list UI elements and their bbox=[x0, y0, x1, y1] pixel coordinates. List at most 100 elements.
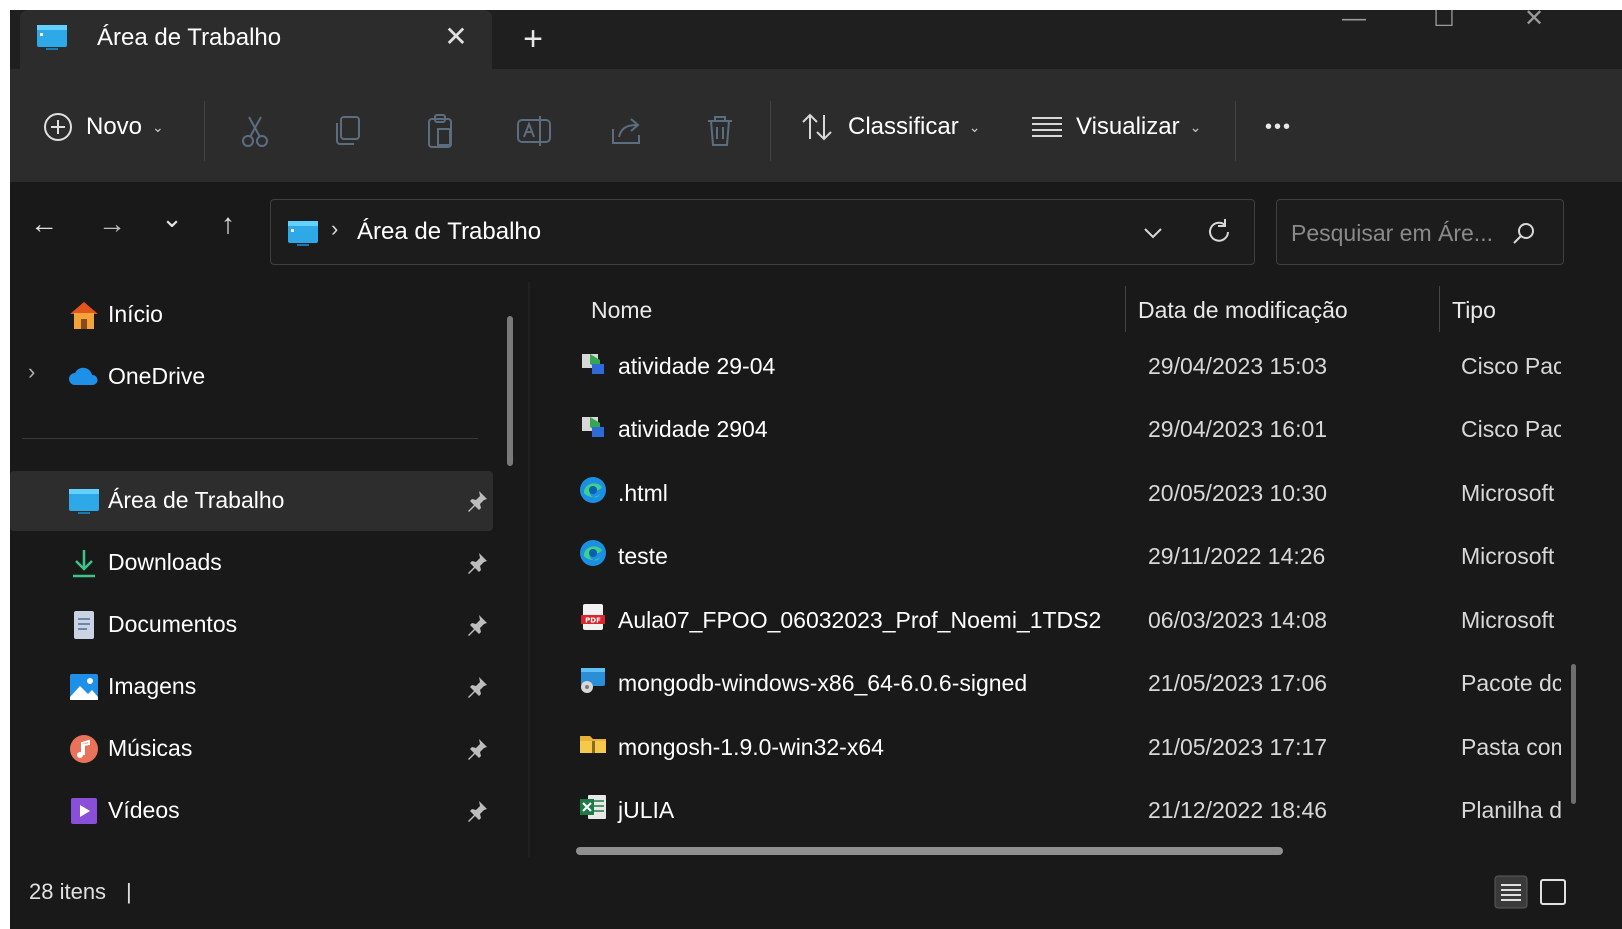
file-type: Pasta com bbox=[1461, 734, 1561, 760]
navigation-pane: Início › OneDrive Área de Trabalho Downl… bbox=[10, 282, 530, 857]
pane-splitter[interactable] bbox=[528, 282, 530, 857]
sidebar-item-documentos[interactable]: Documentos bbox=[10, 595, 493, 655]
column-divider[interactable] bbox=[1125, 286, 1126, 332]
new-tab-button[interactable]: + bbox=[515, 20, 551, 58]
up-button[interactable]: ↑ bbox=[208, 204, 248, 244]
pin-icon[interactable] bbox=[465, 675, 489, 699]
file-name: atividade 2904 bbox=[618, 416, 768, 442]
new-button[interactable]: Novo ⌄ bbox=[42, 104, 164, 150]
breadcrumb-area-de-trabalho[interactable]: Área de Trabalho bbox=[357, 218, 541, 246]
delete-icon[interactable] bbox=[700, 111, 740, 151]
cut-icon[interactable] bbox=[235, 111, 275, 151]
status-bar: 28 itens | bbox=[10, 857, 1622, 929]
pin-icon[interactable] bbox=[465, 551, 489, 575]
search-box[interactable] bbox=[1276, 199, 1564, 265]
sidebar-item-label: Imagens bbox=[108, 673, 197, 699]
maximize-button[interactable]: ☐ bbox=[1422, 10, 1466, 44]
file-type: Microsoft bbox=[1461, 607, 1555, 633]
table-row[interactable]: mongosh-1.9.0-win32-x64 21/05/2023 17:17… bbox=[534, 715, 1622, 778]
plus-circle-icon bbox=[44, 113, 72, 141]
large-icons-view-icon[interactable] bbox=[1536, 875, 1570, 909]
sidebar-item-musicas[interactable]: Músicas bbox=[10, 719, 493, 779]
command-bar: Novo ⌄ Classificar ⌄ Visualizar ⌄ ••• bbox=[10, 69, 1622, 183]
tab-title: Área de Trabalho bbox=[97, 24, 282, 51]
paste-icon[interactable] bbox=[421, 111, 461, 151]
pdf-icon: PDF bbox=[581, 604, 605, 630]
sidebar-item-downloads[interactable]: Downloads bbox=[10, 533, 493, 593]
sidebar-item-inicio[interactable]: Início bbox=[10, 285, 493, 345]
video-icon bbox=[71, 798, 97, 824]
table-row[interactable]: PDF Aula07_FPOO_06032023_Prof_Noemi_1TDS… bbox=[534, 588, 1622, 651]
search-icon[interactable] bbox=[1511, 220, 1537, 246]
sort-button[interactable]: Classificar ⌄ bbox=[800, 104, 980, 150]
file-date: 29/04/2023 16:01 bbox=[1148, 416, 1328, 442]
table-row[interactable]: atividade 29-04 29/04/2023 15:03 Cisco P… bbox=[534, 334, 1622, 397]
file-date: 21/05/2023 17:17 bbox=[1148, 734, 1328, 760]
file-date: 06/03/2023 14:08 bbox=[1148, 607, 1328, 633]
pin-icon[interactable] bbox=[465, 489, 489, 513]
toolbar-divider bbox=[204, 101, 205, 161]
column-header-type[interactable]: Tipo bbox=[1452, 297, 1496, 324]
chevron-right-icon[interactable]: › bbox=[28, 359, 35, 385]
download-icon bbox=[73, 550, 95, 578]
minimize-button[interactable]: — bbox=[1332, 10, 1376, 44]
more-options-button[interactable]: ••• bbox=[1265, 104, 1292, 150]
vertical-scrollbar[interactable] bbox=[1571, 664, 1576, 804]
file-list: Nome Data de modificação Tipo atividade … bbox=[534, 282, 1622, 857]
sidebar-item-label: Músicas bbox=[108, 735, 193, 761]
file-name: Aula07_FPOO_06032023_Prof_Noemi_1TDS2 bbox=[618, 607, 1102, 633]
chevron-down-icon[interactable] bbox=[1136, 216, 1170, 250]
sidebar-item-label: Documentos bbox=[108, 611, 238, 637]
horizontal-scrollbar[interactable] bbox=[576, 847, 1283, 855]
edge-icon bbox=[580, 477, 606, 503]
sidebar-scrollbar[interactable] bbox=[507, 316, 513, 466]
column-header-date[interactable]: Data de modificação bbox=[1138, 297, 1348, 324]
edge-icon bbox=[580, 540, 606, 566]
column-divider[interactable] bbox=[1439, 286, 1440, 332]
rename-icon[interactable] bbox=[514, 111, 554, 151]
toolbar-divider bbox=[770, 101, 771, 161]
pin-icon[interactable] bbox=[465, 799, 489, 823]
tab-area-de-trabalho[interactable]: Área de Trabalho ✕ bbox=[20, 10, 492, 69]
tab-close-button[interactable]: ✕ bbox=[438, 18, 474, 56]
sidebar-item-onedrive[interactable]: › OneDrive bbox=[10, 347, 493, 407]
back-button[interactable]: ← bbox=[24, 204, 64, 244]
table-row[interactable]: mongodb-windows-x86_64-6.0.6-signed 21/0… bbox=[534, 651, 1622, 714]
copy-icon[interactable] bbox=[328, 111, 368, 151]
file-type: Cisco Pacl bbox=[1461, 416, 1561, 442]
sidebar-item-videos[interactable]: Vídeos bbox=[10, 781, 493, 841]
sort-arrows-icon bbox=[802, 113, 832, 141]
forward-button[interactable]: → bbox=[92, 204, 132, 244]
close-button[interactable]: ✕ bbox=[1512, 10, 1556, 44]
desktop-icon bbox=[37, 25, 67, 50]
file-date: 20/05/2023 10:30 bbox=[1148, 480, 1328, 506]
address-bar[interactable]: › Área de Trabalho bbox=[270, 199, 1255, 265]
excel-icon bbox=[580, 795, 606, 819]
file-explorer-window: Área de Trabalho ✕ + — ☐ ✕ Novo ⌄ Classi… bbox=[10, 10, 1622, 929]
view-button[interactable]: Visualizar ⌄ bbox=[1030, 104, 1201, 150]
breadcrumb-separator: › bbox=[331, 216, 339, 241]
table-row[interactable]: .html 20/05/2023 10:30 Microsoft bbox=[534, 461, 1622, 524]
sidebar-item-label: OneDrive bbox=[108, 363, 206, 389]
pin-icon[interactable] bbox=[465, 613, 489, 637]
share-icon[interactable] bbox=[607, 111, 647, 151]
table-row[interactable]: teste 29/11/2022 14:26 Microsoft bbox=[534, 524, 1622, 587]
sidebar-item-label: Área de Trabalho bbox=[108, 487, 285, 513]
sidebar-item-imagens[interactable]: Imagens bbox=[10, 657, 493, 717]
zip-folder-icon bbox=[580, 736, 606, 753]
file-type: Planilha d bbox=[1461, 797, 1561, 823]
sidebar-item-label: Downloads bbox=[108, 549, 222, 575]
pin-icon[interactable] bbox=[465, 737, 489, 761]
sidebar-item-area-de-trabalho[interactable]: Área de Trabalho bbox=[10, 471, 493, 531]
details-view-icon[interactable] bbox=[1494, 875, 1528, 909]
search-input[interactable] bbox=[1289, 214, 1513, 252]
table-row[interactable]: atividade 2904 29/04/2023 16:01 Cisco Pa… bbox=[534, 397, 1622, 460]
refresh-icon[interactable] bbox=[1201, 214, 1237, 250]
recent-locations-button[interactable]: ⌄ bbox=[152, 198, 192, 238]
sidebar-item-label: Início bbox=[108, 301, 163, 327]
view-label: Visualizar bbox=[1076, 113, 1180, 140]
desktop-icon bbox=[288, 221, 318, 246]
column-header-name[interactable]: Nome bbox=[591, 297, 652, 324]
chevron-down-icon: ⌄ bbox=[968, 118, 981, 135]
table-row[interactable]: jULIA 21/12/2022 18:46 Planilha d bbox=[534, 778, 1622, 841]
